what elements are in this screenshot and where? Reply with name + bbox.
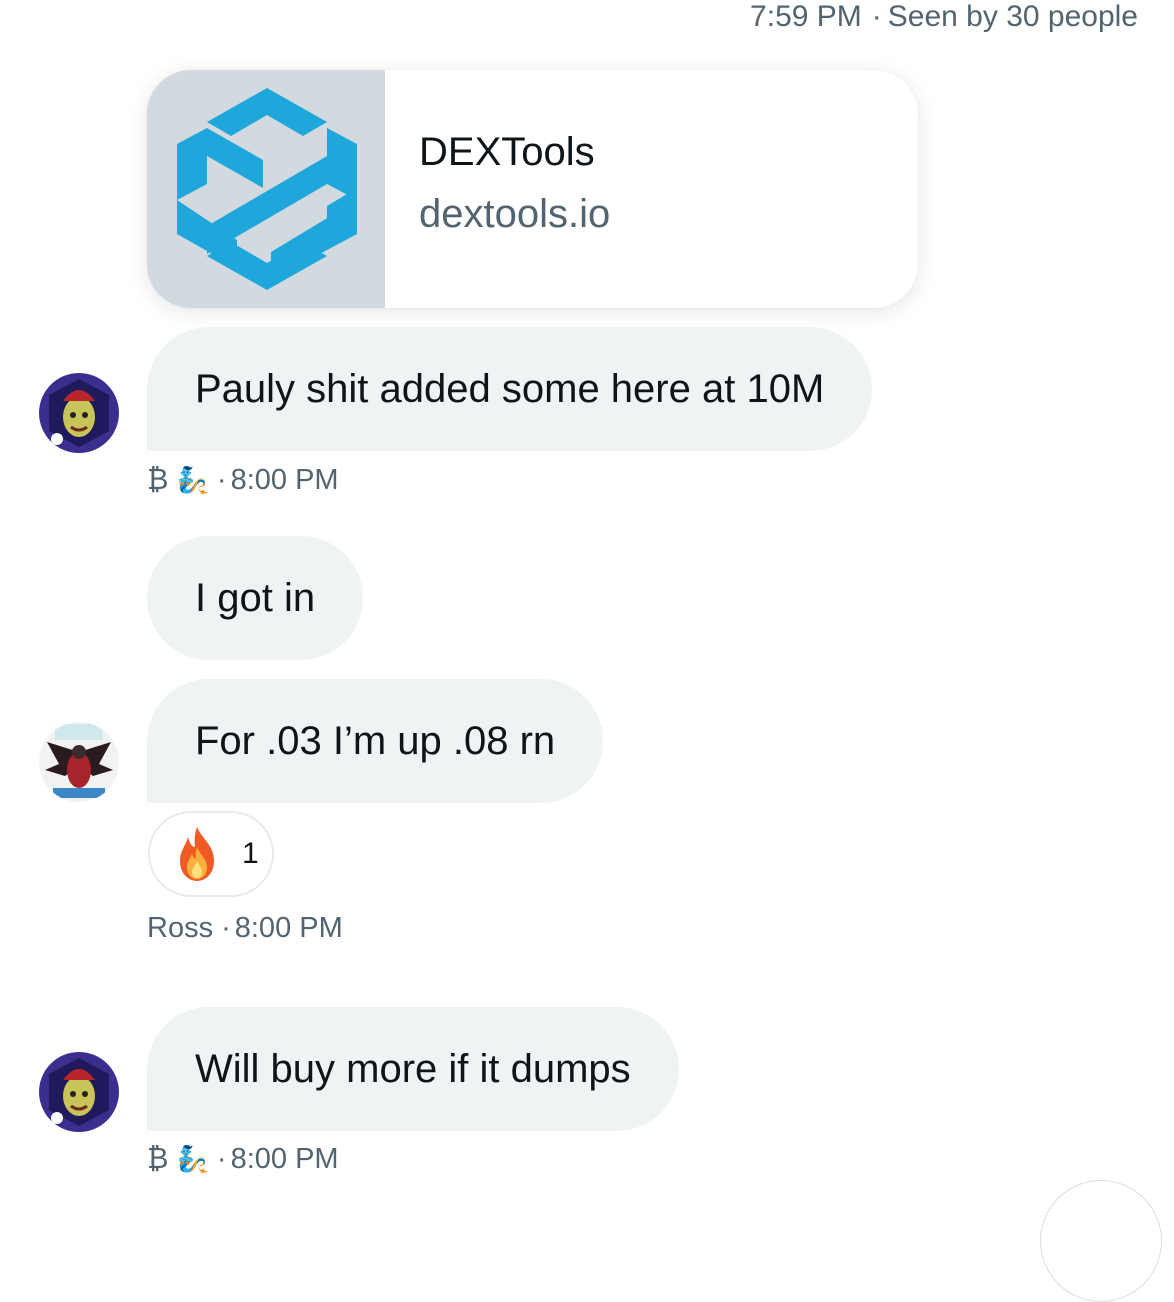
avatar-phoenix-image [39, 722, 119, 802]
message-text: I got in [195, 575, 316, 620]
message-meta: ₿ 🧞 · 8:00 PM [147, 1142, 339, 1176]
reaction-pill[interactable]: 1 [148, 811, 274, 897]
link-thumbnail [147, 70, 385, 308]
link-preview-card[interactable]: DEXTools dextools.io [147, 70, 918, 308]
seen-separator: · [871, 0, 882, 33]
avatar-clown-image [39, 373, 119, 453]
meta-separator: · [216, 464, 227, 496]
seen-status: 7:59 PM · Seen by 30 people [750, 0, 1138, 34]
link-domain: dextools.io [419, 192, 611, 236]
message-time: 8:00 PM [230, 464, 339, 496]
message-time: 8:00 PM [230, 1143, 339, 1175]
message-bubble[interactable]: Will buy more if it dumps [147, 1007, 679, 1131]
sender-symbol: ₿ [147, 1143, 169, 1175]
sender-symbol: ₿ [147, 464, 169, 496]
message-bubble[interactable]: Pauly shit added some here at 10M [147, 327, 873, 451]
sender-name[interactable]: Ross [147, 912, 213, 944]
message-text: Will buy more if it dumps [195, 1046, 631, 1091]
message-bubble[interactable]: I got in [147, 536, 364, 660]
avatar-clown-image [39, 1052, 119, 1132]
link-text: DEXTools dextools.io [385, 70, 610, 308]
message-text: For .03 I’m up .08 rn [195, 718, 556, 763]
message-time: 8:00 PM [234, 912, 343, 944]
fire-emoji-icon [180, 827, 214, 881]
link-title: DEXTools [419, 130, 595, 174]
reaction-count: 1 [242, 837, 259, 870]
message-bubble[interactable]: For .03 I’m up .08 rn [147, 679, 604, 803]
scroll-down-button[interactable] [1040, 1180, 1162, 1302]
message-meta: Ross · 8:00 PM [147, 911, 343, 945]
message-text: Pauly shit added some here at 10M [195, 366, 825, 411]
dextools-logo-icon [177, 88, 357, 290]
genie-emoji-icon: 🧞 [176, 465, 209, 495]
meta-separator: · [221, 912, 231, 944]
avatar-sender-1[interactable] [39, 373, 119, 453]
avatar-sender-ross[interactable] [39, 722, 119, 802]
meta-separator: · [216, 1143, 227, 1175]
avatar-sender-1[interactable] [39, 1052, 119, 1132]
seen-time: 7:59 PM [750, 0, 862, 33]
seen-count-text[interactable]: Seen by 30 people [888, 0, 1138, 33]
genie-emoji-icon: 🧞 [176, 1144, 209, 1174]
message-meta: ₿ 🧞 · 8:00 PM [147, 463, 339, 497]
